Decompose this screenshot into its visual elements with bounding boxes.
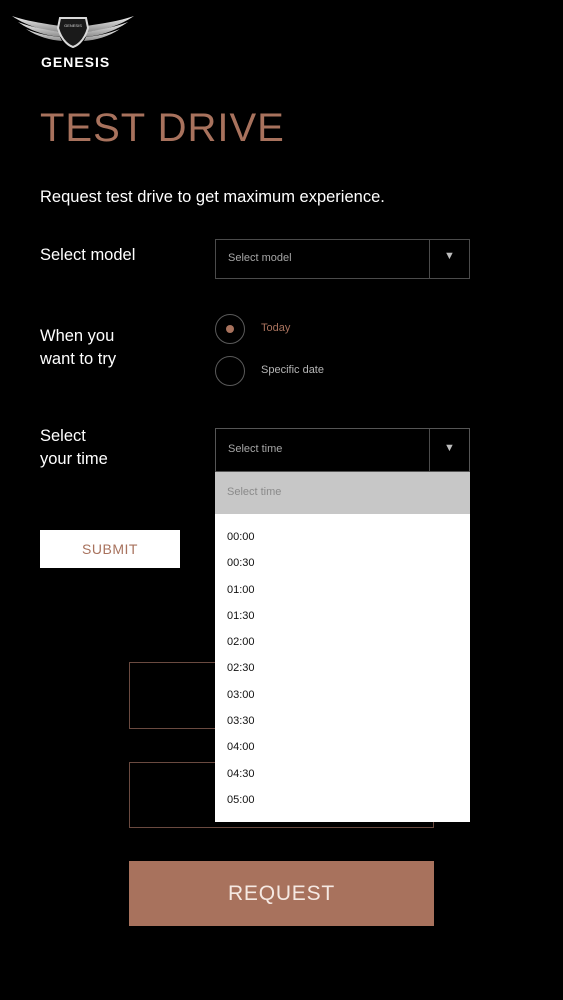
time-select-value: Select time bbox=[228, 443, 283, 455]
model-select[interactable]: Select model ▼ bbox=[215, 239, 470, 279]
page-subtitle: Request test drive to get maximum experi… bbox=[40, 188, 385, 206]
wing-emblem-icon: GENESIS bbox=[12, 16, 134, 49]
time-select-toggle[interactable]: ▼ bbox=[429, 429, 469, 471]
time-label: Select your time bbox=[40, 425, 108, 471]
dropdown-options: 00:00 00:30 01:00 01:30 02:00 02:30 03:0… bbox=[215, 524, 470, 813]
time-option[interactable]: 01:30 bbox=[215, 603, 470, 629]
time-select[interactable]: Select time ▼ bbox=[215, 428, 470, 472]
time-option[interactable]: 00:00 bbox=[215, 524, 470, 550]
dropdown-header-text: Select time bbox=[227, 486, 282, 498]
request-button[interactable]: REQUEST bbox=[129, 861, 434, 926]
chevron-down-icon: ▼ bbox=[444, 250, 455, 262]
time-option[interactable]: 02:00 bbox=[215, 629, 470, 655]
radio-selected-dot bbox=[226, 325, 234, 333]
when-label: When you want to try bbox=[40, 325, 116, 371]
time-dropdown-list[interactable]: Select time 00:00 00:30 01:00 01:30 02:0… bbox=[215, 472, 470, 822]
when-label-line2: want to try bbox=[40, 350, 117, 368]
time-option[interactable]: 05:00 bbox=[215, 787, 470, 813]
submit-button[interactable]: SUBMIT bbox=[40, 530, 180, 568]
time-option[interactable]: 00:30 bbox=[215, 550, 470, 576]
when-label-line1: When you bbox=[40, 327, 115, 345]
radio-specific-date[interactable] bbox=[215, 356, 245, 386]
brand-name: GENESIS bbox=[41, 54, 111, 70]
time-option[interactable]: 04:00 bbox=[215, 734, 470, 760]
time-option[interactable]: 03:30 bbox=[215, 708, 470, 734]
emblem-text: GENESIS bbox=[64, 23, 82, 28]
radio-today-label[interactable]: Today bbox=[261, 322, 290, 334]
time-label-line2: your time bbox=[40, 450, 108, 468]
time-option[interactable]: 01:00 bbox=[215, 577, 470, 603]
model-select-toggle[interactable]: ▼ bbox=[429, 240, 469, 278]
radio-specific-date-label[interactable]: Specific date bbox=[261, 364, 324, 376]
radio-today[interactable] bbox=[215, 314, 245, 344]
time-option[interactable]: 04:30 bbox=[215, 761, 470, 787]
time-label-line1: Select bbox=[40, 427, 86, 445]
model-label: Select model bbox=[40, 246, 136, 264]
dropdown-header-option[interactable]: Select time bbox=[215, 472, 470, 514]
time-option[interactable]: 03:00 bbox=[215, 682, 470, 708]
time-option[interactable]: 02:30 bbox=[215, 655, 470, 681]
chevron-down-icon: ▼ bbox=[444, 442, 455, 454]
page-title: TEST DRIVE bbox=[40, 106, 285, 150]
model-select-value: Select model bbox=[228, 252, 292, 264]
